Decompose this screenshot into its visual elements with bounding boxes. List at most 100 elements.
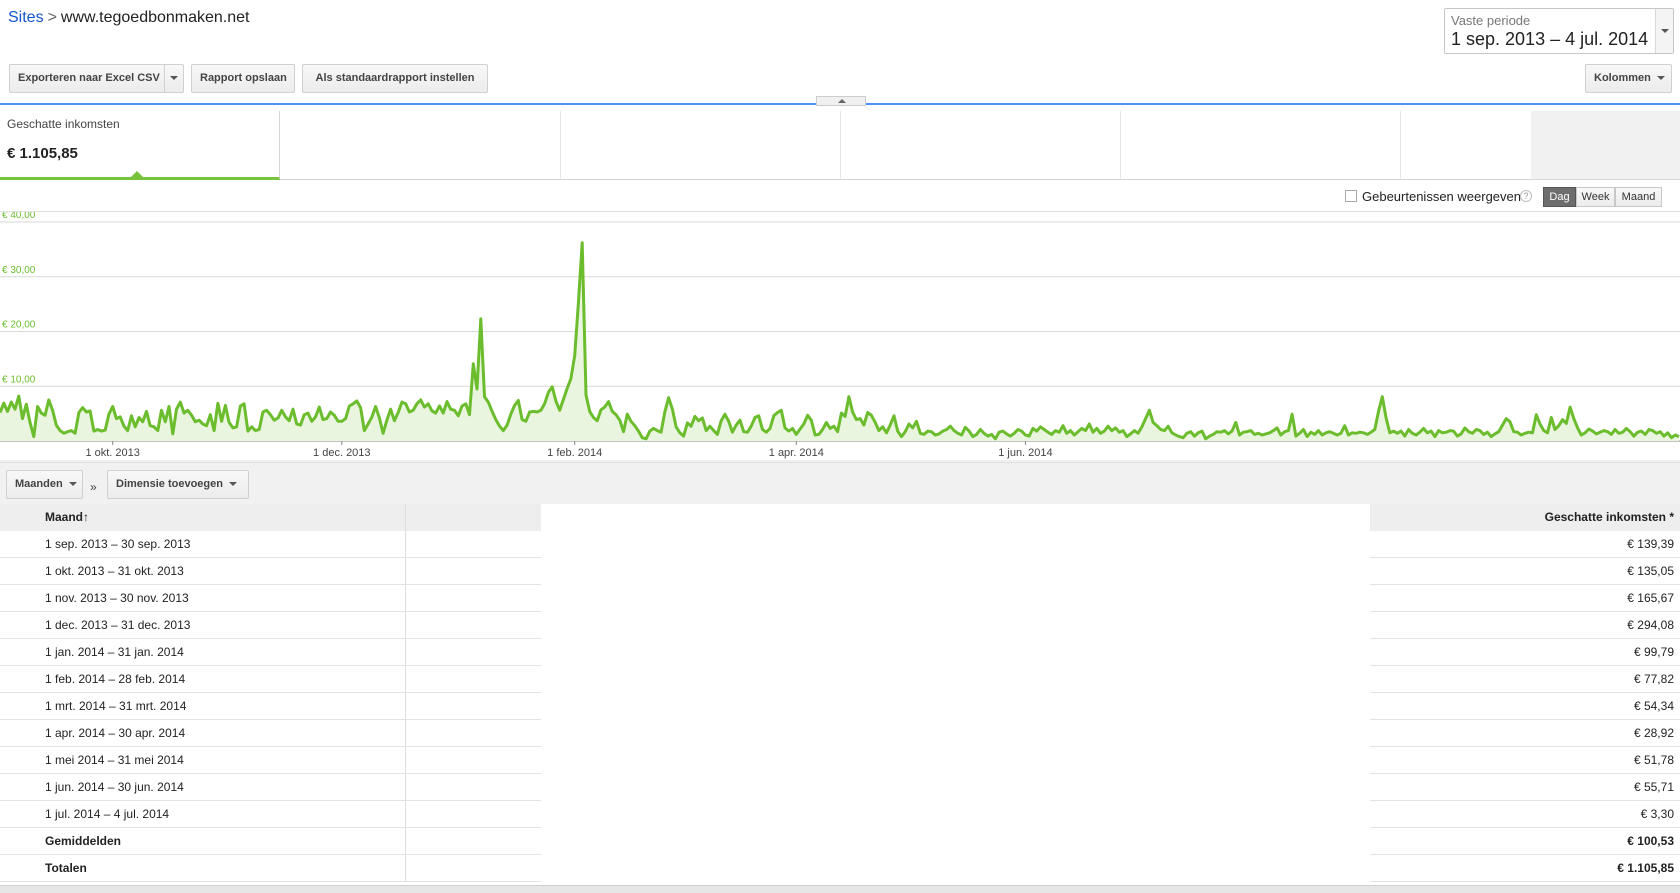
y-tick-label: € 20,00 (2, 320, 36, 331)
dimension-separator: » (90, 480, 97, 494)
header-spacer (406, 504, 541, 531)
table-row-value: € 77,82 (1633, 672, 1674, 686)
period-month-button[interactable]: Maand (1615, 187, 1662, 207)
table-row: 1 feb. 2014 – 28 feb. 2014 € 77,82 (0, 666, 1680, 693)
table-row-label: 1 feb. 2014 – 28 feb. 2014 (0, 666, 406, 693)
column-header-earnings[interactable]: Geschatte inkomsten * (1370, 504, 1680, 531)
columns-button-label: Kolommen (1594, 72, 1651, 84)
help-icon[interactable]: ? (1520, 190, 1532, 202)
set-default-report-button[interactable]: Als standaardrapport instellen (302, 64, 488, 93)
table-header-row: Maand↑ Geschatte inkomsten * (0, 504, 1680, 531)
caret-down-icon (68, 482, 77, 487)
primary-dimension-label: Maanden (15, 478, 63, 490)
series-line (0, 241, 1680, 441)
scorecard-empty-slot (841, 111, 1121, 179)
total-row-label: Totalen (0, 855, 406, 882)
period-week-button[interactable]: Week (1576, 187, 1615, 207)
save-report-button[interactable]: Rapport opslaan (191, 64, 295, 93)
scorecard-value: € 1.105,85 (7, 145, 78, 162)
scorecard-empty-slot (561, 111, 841, 179)
date-range-value: 1 sep. 2013 – 4 jul. 2014 (1451, 29, 1649, 49)
table-row-label: 1 jul. 2014 – 4 jul. 2014 (0, 801, 406, 828)
chart-options: Gebeurtenissen weergeven ? Dag Week Maan… (0, 180, 1680, 212)
scorecard-selected-indicator (131, 171, 143, 177)
scorecard-empty-slot (281, 111, 561, 179)
total-row: Totalen € 1.105,85 (0, 855, 1680, 882)
table-row-value: € 28,92 (1633, 726, 1674, 740)
table-row: 1 okt. 2013 – 31 okt. 2013 € 135,05 (0, 558, 1680, 585)
breadcrumb-current-site: www.tegoedbonmaken.net (60, 9, 250, 26)
x-tick-label: 1 jun. 2014 (998, 447, 1052, 459)
x-tick-label: 1 dec. 2013 (313, 447, 371, 459)
table-row: 1 apr. 2014 – 30 apr. 2014 € 28,92 (0, 720, 1680, 747)
table-row: 1 jul. 2014 – 4 jul. 2014 € 3,30 (0, 801, 1680, 828)
row-divider (0, 881, 541, 882)
x-tick-label: 1 okt. 2013 (85, 447, 139, 459)
table-row-label: 1 mei 2014 – 31 mei 2014 (0, 747, 406, 774)
table-row: 1 sep. 2013 – 30 sep. 2013 € 139,39 (0, 531, 1680, 558)
scorecard-row: Geschatte inkomsten € 1.105,85 (0, 111, 1680, 180)
date-range-label: Vaste periode (1451, 13, 1531, 28)
export-dropdown-button[interactable] (164, 64, 184, 93)
total-row-value: € 1.105,85 (1617, 861, 1674, 875)
top-bar: Sites > www.tegoedbonmaken.net Vaste perio… (0, 0, 1680, 56)
collapse-chart-icon[interactable] (816, 96, 866, 106)
series-area (0, 242, 1679, 441)
column-header-month[interactable]: Maand↑ (0, 504, 406, 531)
add-dimension-button[interactable]: Dimensie toevoegen (107, 470, 249, 499)
scorecard-label: Geschatte inkomsten (7, 117, 120, 131)
table-row: 1 dec. 2013 – 31 dec. 2013 € 294,08 (0, 612, 1680, 639)
table-row-label: 1 jan. 2014 – 31 jan. 2014 (0, 639, 406, 666)
table-row-value: € 139,39 (1627, 537, 1674, 551)
average-row-label: Gemiddelden (0, 828, 406, 855)
table-footer-bar (0, 885, 1680, 893)
caret-down-icon (1656, 76, 1665, 81)
primary-dimension-button[interactable]: Maanden (6, 470, 83, 499)
date-range-picker[interactable]: Vaste periode 1 sep. 2013 – 4 jul. 2014 (1444, 8, 1674, 54)
row-divider (1370, 881, 1680, 882)
table-row-value: € 99,79 (1633, 645, 1674, 659)
events-checkbox[interactable] (1345, 190, 1357, 202)
caret-down-icon (228, 482, 237, 487)
table-row-value: € 3,30 (1640, 807, 1674, 821)
caret-down-icon (170, 76, 178, 81)
table-row-value: € 294,08 (1627, 618, 1674, 632)
scorecard-empty-slot (1121, 111, 1401, 179)
scorecard-estimated-earnings[interactable]: Geschatte inkomsten € 1.105,85 (0, 111, 280, 180)
table-row-value: € 165,67 (1627, 591, 1674, 605)
scorecard-empty-slot (1531, 111, 1680, 179)
dimension-bar: Maanden » Dimensie toevoegen (0, 462, 1680, 504)
table-row-label: 1 nov. 2013 – 30 nov. 2013 (0, 585, 406, 612)
y-tick-label: € 10,00 (2, 374, 36, 385)
table-row: 1 jun. 2014 – 30 jun. 2014 € 55,71 (0, 774, 1680, 801)
sort-ascending-icon: ↑ (83, 510, 90, 524)
period-day-button[interactable]: Dag (1543, 187, 1576, 207)
table-row-value: € 55,71 (1633, 780, 1674, 794)
table-row-label: 1 sep. 2013 – 30 sep. 2013 (0, 531, 406, 558)
column-header-month-label: Maand (45, 510, 84, 524)
y-tick-label: € 30,00 (2, 265, 36, 276)
table-row-label: 1 dec. 2013 – 31 dec. 2013 (0, 612, 406, 639)
table-row: 1 mrt. 2014 – 31 mrt. 2014 € 54,34 (0, 693, 1680, 720)
export-csv-button[interactable]: Exporteren naar Excel CSV (9, 64, 173, 93)
x-tick-label: 1 feb. 2014 (547, 447, 602, 459)
average-row: Gemiddelden € 100,53 (0, 828, 1680, 855)
earnings-chart: € 40,00 € 30,00 € 20,00 € 10,00 1 okt. 2013 1… (0, 212, 1680, 462)
table-row-value: € 54,34 (1633, 699, 1674, 713)
table-row: 1 nov. 2013 – 30 nov. 2013 € 165,67 (0, 585, 1680, 612)
table-row-label: 1 jun. 2014 – 30 jun. 2014 (0, 774, 406, 801)
report-toolbar: Exporteren naar Excel CSV Rapport opslaa… (0, 64, 1680, 94)
x-tick-label: 1 apr. 2014 (769, 447, 824, 459)
table-row-value: € 51,78 (1633, 753, 1674, 767)
y-tick-label: € 40,00 (2, 212, 36, 221)
chevron-down-icon[interactable] (1655, 9, 1673, 53)
events-checkbox-label: Gebeurtenissen weergeven (1362, 189, 1521, 204)
add-dimension-label: Dimensie toevoegen (116, 478, 223, 490)
columns-button[interactable]: Kolommen (1585, 64, 1672, 93)
table-row-label: 1 okt. 2013 – 31 okt. 2013 (0, 558, 406, 585)
average-row-value: € 100,53 (1627, 834, 1674, 848)
breadcrumb-sites-link[interactable]: Sites (8, 9, 44, 26)
table-row: 1 mei 2014 – 31 mei 2014 € 51,78 (0, 747, 1680, 774)
table-row-value: € 135,05 (1627, 564, 1674, 578)
breadcrumb: Sites > www.tegoedbonmaken.net (8, 9, 250, 27)
